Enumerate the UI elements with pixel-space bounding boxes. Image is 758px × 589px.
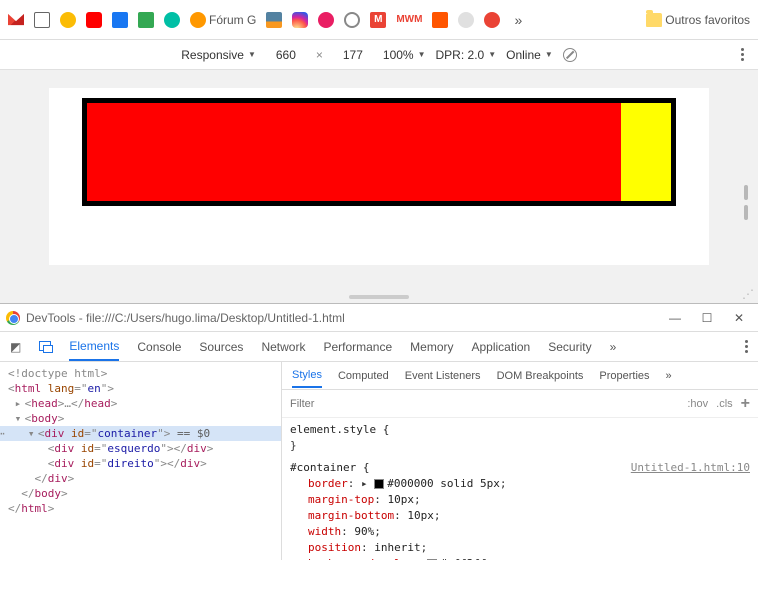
minimize-button[interactable]: — — [668, 311, 682, 325]
new-rule-button[interactable]: + — [741, 395, 750, 413]
instagram-icon[interactable] — [292, 12, 308, 28]
red-dot-icon[interactable] — [484, 12, 500, 28]
teal-icon[interactable] — [164, 12, 180, 28]
m-icon[interactable]: M — [370, 12, 386, 28]
element-style-selector: element.style { — [290, 423, 389, 436]
scrollbar-indicator[interactable] — [744, 185, 748, 220]
yellow-c-icon[interactable] — [60, 12, 76, 28]
cls-toggle[interactable]: .cls — [716, 398, 733, 410]
color-swatch-black[interactable] — [374, 479, 384, 489]
preview-direito — [621, 103, 671, 201]
other-bookmarks-label: Outros favoritos — [665, 13, 750, 27]
zoom-select[interactable]: 100% ▼ — [383, 48, 426, 62]
zoom-label: 100% — [383, 48, 414, 62]
devtools-titlebar: DevTools - file:///C:/Users/hugo.lima/De… — [0, 304, 758, 332]
tab-memory[interactable]: Memory — [410, 334, 453, 360]
tabs-overflow[interactable]: » — [610, 334, 617, 360]
chat-icon[interactable] — [458, 12, 474, 28]
doc-icon[interactable] — [34, 12, 50, 28]
device-toolbar-menu[interactable] — [741, 48, 744, 61]
rule-source-link[interactable]: Untitled-1.html:10 — [631, 460, 750, 476]
tab-console[interactable]: Console — [137, 334, 181, 360]
selected-node[interactable]: ▾<div id="container"> == $0 — [0, 426, 281, 441]
mwm-bookmark[interactable]: MWM — [396, 14, 422, 25]
bookmarks-overflow[interactable]: » — [510, 12, 526, 28]
chrome-icon — [6, 311, 20, 325]
devtools-title: DevTools - file:///C:/Users/hugo.lima/De… — [26, 311, 345, 325]
styles-tabs: Styles Computed Event Listeners DOM Brea… — [282, 362, 758, 390]
preview-container — [82, 98, 676, 206]
other-bookmarks[interactable]: Outros favoritos — [646, 13, 750, 27]
tab-styles[interactable]: Styles — [292, 364, 322, 388]
tab-computed[interactable]: Computed — [338, 365, 389, 387]
folder-icon — [646, 13, 662, 27]
maximize-button[interactable]: ☐ — [700, 311, 714, 325]
tab-security[interactable]: Security — [548, 334, 591, 360]
device-toolbar: Responsive ▼ × 100% ▼ DPR: 2.0 ▼ Online … — [0, 40, 758, 70]
styles-tabs-overflow[interactable]: » — [666, 365, 672, 387]
styles-filter-input[interactable] — [290, 398, 679, 410]
forum-g-label: Fórum G — [209, 13, 256, 27]
network-select[interactable]: Online ▼ — [506, 48, 553, 62]
device-select[interactable]: Responsive ▼ — [181, 48, 256, 62]
green-icon[interactable] — [138, 12, 154, 28]
css-rules[interactable]: element.style { } Untitled-1.html:10 #co… — [282, 418, 758, 560]
devtools-window: DevTools - file:///C:/Users/hugo.lima/De… — [0, 303, 758, 560]
width-input[interactable] — [266, 48, 306, 62]
no-throttle-icon[interactable] — [563, 48, 577, 62]
resize-corner-icon[interactable]: ⋰ — [742, 287, 754, 301]
viewport-area: ⋰ — [0, 70, 758, 303]
chevron-down-icon: ▼ — [418, 50, 426, 59]
chevron-down-icon: ▼ — [545, 50, 553, 59]
device-frame — [49, 88, 709, 265]
facebook-icon[interactable] — [112, 12, 128, 28]
network-label: Online — [506, 48, 541, 62]
preview-esquerdo — [87, 103, 621, 201]
soundcloud-icon[interactable] — [432, 12, 448, 28]
tab-sources[interactable]: Sources — [199, 334, 243, 360]
device-label: Responsive — [181, 48, 244, 62]
forum-g-bookmark[interactable]: Fórum G — [190, 12, 256, 28]
styles-panel: Styles Computed Event Listeners DOM Brea… — [282, 362, 758, 560]
ring-icon[interactable] — [344, 12, 360, 28]
chevron-down-icon: ▼ — [248, 50, 256, 59]
tab-elements[interactable]: Elements — [69, 333, 119, 361]
close-button[interactable]: ✕ — [732, 311, 746, 325]
pink-icon[interactable] — [318, 12, 334, 28]
styles-filter-row: :hov .cls + — [282, 390, 758, 418]
rule-selector: #container { — [290, 461, 369, 474]
bookmarks-bar: Fórum G M MWM » Outros favoritos — [0, 0, 758, 40]
devtools-main-tabs: ◩ Elements Console Sources Network Perfo… — [0, 332, 758, 362]
youtube-icon[interactable] — [86, 12, 102, 28]
tab-performance[interactable]: Performance — [323, 334, 392, 360]
tab-properties[interactable]: Properties — [599, 365, 649, 387]
panel-resize-handle[interactable] — [349, 295, 409, 299]
dimension-x: × — [316, 48, 323, 62]
height-input[interactable] — [333, 48, 373, 62]
java-icon[interactable] — [266, 12, 282, 28]
inspect-icon[interactable]: ◩ — [10, 340, 21, 354]
tab-event-listeners[interactable]: Event Listeners — [405, 365, 481, 387]
color-swatch-bg[interactable] — [427, 559, 437, 560]
tab-dom-breakpoints[interactable]: DOM Breakpoints — [497, 365, 584, 387]
device-mode-icon[interactable] — [39, 340, 51, 354]
dom-tree[interactable]: <!doctype html> <html lang="en"> ▸<head>… — [0, 362, 282, 560]
close-brace: } — [290, 439, 297, 452]
chevron-down-icon: ▼ — [488, 50, 496, 59]
tab-application[interactable]: Application — [472, 334, 531, 360]
dpr-select[interactable]: DPR: 2.0 ▼ — [436, 48, 497, 62]
devtools-menu[interactable] — [745, 340, 748, 353]
dpr-label: DPR: 2.0 — [436, 48, 485, 62]
tab-network[interactable]: Network — [261, 334, 305, 360]
gmail-icon[interactable] — [8, 12, 24, 28]
hov-toggle[interactable]: :hov — [687, 398, 708, 410]
